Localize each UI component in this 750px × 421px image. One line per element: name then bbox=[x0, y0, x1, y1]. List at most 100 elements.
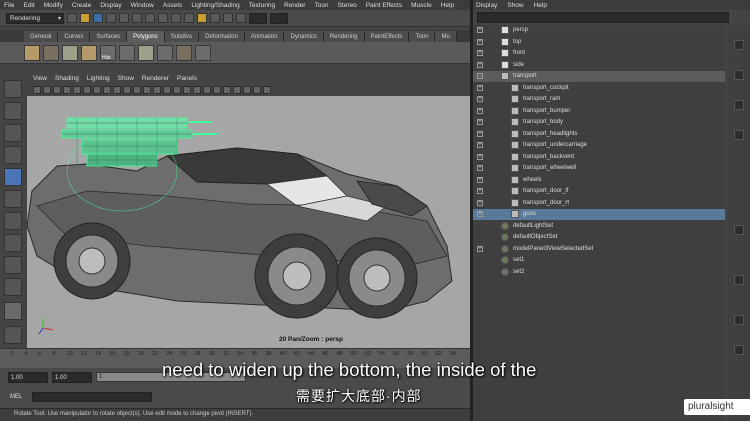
render-settings-icon[interactable] bbox=[223, 13, 233, 23]
expand-toggle-icon[interactable]: + bbox=[477, 38, 483, 45]
ambient-occlusion-icon[interactable] bbox=[233, 85, 241, 94]
save-scene-icon[interactable] bbox=[93, 13, 103, 23]
menu-help[interactable]: Help bbox=[441, 2, 454, 9]
magnet-icon[interactable] bbox=[236, 13, 246, 23]
panel-menu-lighting[interactable]: Lighting bbox=[87, 75, 110, 82]
outliner-item[interactable]: set1 bbox=[473, 255, 725, 266]
universal-manip-icon[interactable] bbox=[4, 212, 22, 230]
outliner-item[interactable]: + top bbox=[473, 37, 725, 48]
panel-menu-panels[interactable]: Panels bbox=[177, 75, 197, 82]
outliner-item[interactable]: + transport_undercarriage bbox=[473, 140, 725, 151]
menu-set-dropdown[interactable]: Rendering bbox=[6, 12, 64, 24]
shelf-tab-curves[interactable]: Curves bbox=[58, 31, 91, 42]
rotate-tool-icon[interactable] bbox=[4, 168, 22, 186]
expand-toggle-icon[interactable]: + bbox=[477, 165, 483, 171]
shelf-tab-surfaces[interactable]: Surfaces bbox=[90, 31, 128, 42]
textured-icon[interactable] bbox=[163, 85, 171, 94]
shelf-tab-rendering[interactable]: Rendering bbox=[323, 31, 365, 42]
outliner-scrollbar[interactable] bbox=[728, 25, 750, 421]
shelf-tab-deformation[interactable]: Deformation bbox=[199, 31, 245, 42]
outliner-item[interactable]: + side bbox=[473, 60, 725, 71]
outliner-item[interactable]: + transport_wheelwell bbox=[473, 163, 725, 174]
outliner-item[interactable]: + guns bbox=[473, 209, 725, 220]
field-chart-icon[interactable] bbox=[103, 85, 111, 94]
safe-title-icon[interactable] bbox=[123, 85, 131, 94]
hq-render-icon[interactable] bbox=[223, 85, 231, 94]
safe-action-icon[interactable] bbox=[113, 85, 121, 94]
panel-menu-show[interactable]: Show bbox=[118, 75, 134, 82]
expand-toggle-icon[interactable]: + bbox=[477, 153, 483, 160]
expand-toggle-icon[interactable]: − bbox=[477, 73, 483, 79]
resolution-gate-icon[interactable] bbox=[83, 85, 91, 94]
shelf-tool-2[interactable] bbox=[43, 44, 59, 61]
shelf-tool-1[interactable] bbox=[24, 44, 40, 61]
outliner-item[interactable]: + transport_cockpit bbox=[473, 83, 725, 94]
scroll-button[interactable] bbox=[734, 275, 744, 285]
select-tool-icon[interactable] bbox=[4, 80, 22, 98]
outliner-filter-field[interactable] bbox=[477, 12, 729, 23]
outliner-item[interactable]: + persp bbox=[473, 25, 725, 36]
select-hierarchy-icon[interactable] bbox=[106, 13, 116, 23]
expand-toggle-icon[interactable]: + bbox=[477, 199, 483, 206]
scroll-button[interactable] bbox=[734, 315, 744, 325]
scroll-button[interactable] bbox=[734, 345, 744, 355]
new-scene-icon[interactable] bbox=[67, 13, 77, 23]
move-tool-icon[interactable] bbox=[4, 146, 22, 164]
four-pane-layout-icon[interactable] bbox=[4, 326, 22, 344]
scroll-button[interactable] bbox=[734, 70, 744, 80]
input-field[interactable] bbox=[249, 12, 267, 24]
shelf-tab-animation[interactable]: Animation bbox=[244, 31, 285, 42]
playback-start-field[interactable]: 1.00 bbox=[52, 371, 92, 383]
antialias-icon[interactable] bbox=[253, 85, 261, 94]
outliner-item[interactable]: + front bbox=[473, 48, 725, 59]
history-icon[interactable] bbox=[184, 13, 194, 23]
scroll-button[interactable] bbox=[734, 130, 744, 140]
shelf-tab-polygons[interactable]: Polygons bbox=[127, 31, 165, 42]
menu-toon[interactable]: Toon bbox=[314, 2, 328, 9]
range-start-field[interactable]: 1.00 bbox=[8, 371, 48, 383]
hist-tool-icon[interactable] bbox=[100, 44, 116, 61]
outliner-item[interactable]: + modelPanel3ViewSelectedSet bbox=[473, 244, 725, 255]
shadows-icon[interactable] bbox=[183, 85, 191, 94]
snap-grid-icon[interactable] bbox=[145, 13, 155, 23]
last-tool-icon[interactable] bbox=[4, 278, 22, 296]
ipr-render-icon[interactable] bbox=[210, 13, 220, 23]
menu-muscle[interactable]: Muscle bbox=[411, 2, 432, 9]
shelf-tool-9[interactable] bbox=[176, 44, 192, 61]
expand-toggle-icon[interactable]: + bbox=[477, 61, 483, 68]
open-scene-icon[interactable] bbox=[80, 13, 90, 23]
outliner-item[interactable]: defaultObjectSet bbox=[473, 232, 725, 243]
shelf-tool-6[interactable] bbox=[119, 44, 135, 61]
menu-lightingshading[interactable]: Lighting/Shading bbox=[191, 2, 239, 9]
panel-menu-renderer[interactable]: Renderer bbox=[142, 75, 169, 82]
perspective-viewport[interactable]: 20 Pan/Zoom : persp bbox=[27, 96, 470, 348]
menu-modify[interactable]: Modify bbox=[44, 2, 63, 9]
scale-tool-icon[interactable] bbox=[4, 190, 22, 208]
wireframe-on-shaded-icon[interactable] bbox=[153, 85, 161, 94]
motion-blur-icon[interactable] bbox=[243, 85, 251, 94]
lights-icon[interactable] bbox=[173, 85, 181, 94]
camera-attr-icon[interactable] bbox=[33, 85, 41, 94]
snap-curve-icon[interactable] bbox=[158, 13, 168, 23]
expand-toggle-icon[interactable]: + bbox=[477, 96, 483, 102]
outliner-item[interactable]: + transport_headlights bbox=[473, 129, 725, 140]
expand-toggle-icon[interactable]: + bbox=[477, 107, 483, 114]
outliner-menu-display[interactable]: Display bbox=[476, 2, 497, 9]
menu-display[interactable]: Display bbox=[100, 2, 121, 9]
menu-assets[interactable]: Assets bbox=[163, 2, 183, 9]
scroll-button[interactable] bbox=[734, 100, 744, 110]
menu-painteffects[interactable]: Paint Effects bbox=[366, 2, 402, 9]
outliner-item[interactable]: − transport bbox=[473, 71, 725, 82]
outliner-item[interactable]: + transport_ram bbox=[473, 94, 725, 105]
menu-file[interactable]: File bbox=[4, 2, 14, 9]
expand-toggle-icon[interactable]: + bbox=[477, 176, 483, 183]
expand-toggle-icon[interactable]: + bbox=[477, 119, 483, 125]
command-input[interactable] bbox=[32, 392, 153, 402]
shelf-tab-dynamics[interactable]: Dynamics bbox=[284, 31, 324, 42]
command-language-label[interactable]: MEL bbox=[10, 394, 22, 400]
outliner-item[interactable]: + wheels bbox=[473, 175, 725, 186]
xray-icon[interactable] bbox=[193, 85, 201, 94]
shelf-tab-painteffects[interactable]: PaintEffects bbox=[364, 31, 410, 42]
expand-toggle-icon[interactable]: + bbox=[477, 84, 483, 91]
xray-joints-icon[interactable] bbox=[203, 85, 211, 94]
